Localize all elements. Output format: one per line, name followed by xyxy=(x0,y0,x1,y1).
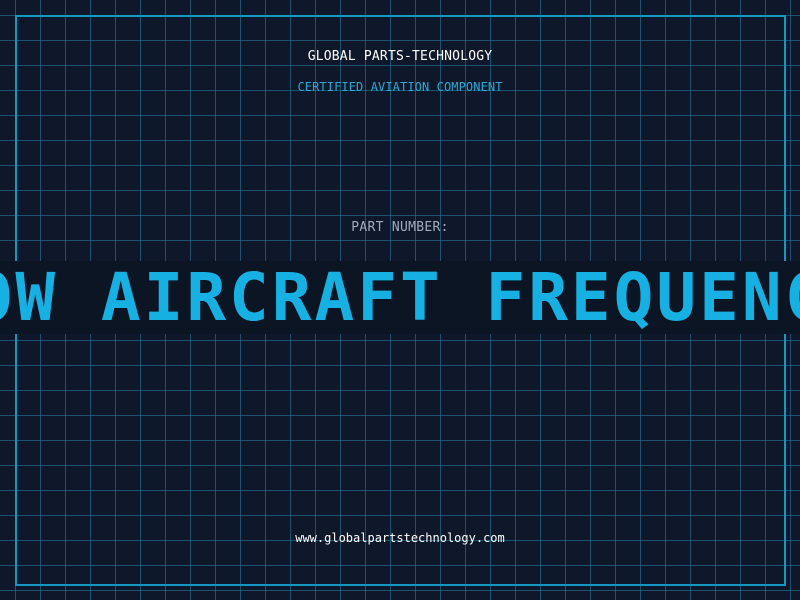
part-number-label: PART NUMBER: xyxy=(351,220,449,235)
brand-name: GLOBAL PARTS-TECHNOLOGY xyxy=(307,49,493,64)
part-number-banner: LOW AIRCRAFT FREQUENCY xyxy=(0,261,800,334)
website-url: www.globalpartstechnology.com xyxy=(295,531,505,545)
part-number-value: LOW AIRCRAFT FREQUENCY xyxy=(0,261,800,334)
certification-subtitle: CERTIFIED AVIATION COMPONENT xyxy=(297,80,503,94)
